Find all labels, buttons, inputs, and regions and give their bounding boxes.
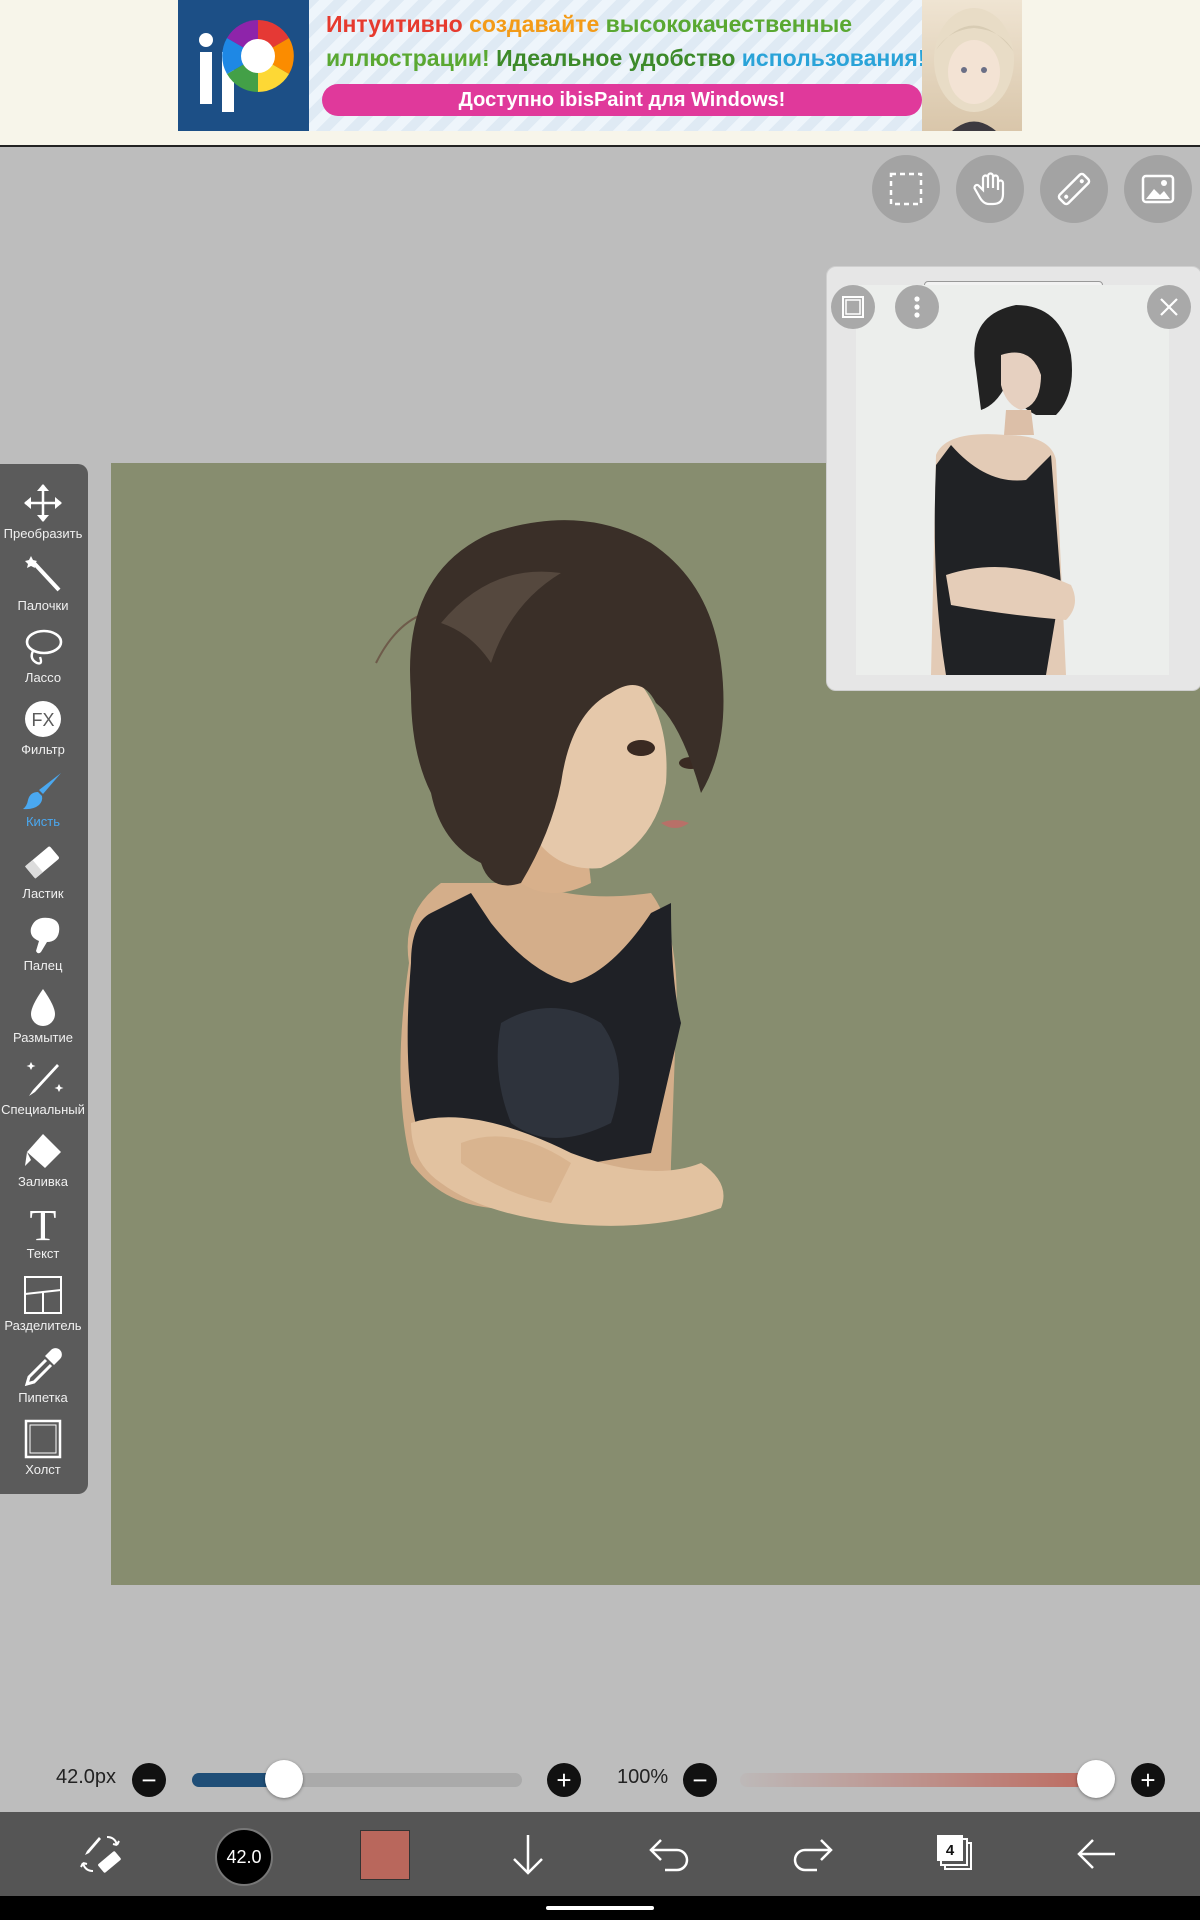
tool-label: Заливка [17, 1174, 69, 1189]
tool-text[interactable]: T Текст [0, 1198, 86, 1270]
tool-eraser[interactable]: Ластик [0, 838, 86, 910]
tool-label: Холст [25, 1462, 61, 1477]
tool-label: Пипетка [18, 1390, 68, 1405]
brush-size-increase-button[interactable]: + [547, 1763, 581, 1797]
brush-size-slider[interactable] [192, 1773, 522, 1787]
ibispaint-logo [178, 0, 309, 131]
svg-text:FX: FX [31, 710, 54, 730]
tool-magic-wand[interactable]: Палочки [0, 550, 86, 622]
brush-size-slider-thumb[interactable] [265, 1760, 304, 1798]
tool-label: Лассо [24, 670, 62, 685]
tool-blur[interactable]: Размытие [0, 982, 86, 1054]
redo-button[interactable] [782, 1824, 842, 1884]
tool-label: Палец [23, 958, 63, 973]
tool-lasso[interactable]: Лассо [0, 622, 86, 694]
layers-button[interactable]: 4 [924, 1824, 984, 1884]
undo-icon [649, 1839, 689, 1872]
fill-bucket-icon [25, 1134, 61, 1168]
ruler-icon [1057, 172, 1091, 206]
svg-text:T: T [30, 1202, 57, 1244]
fx-icon: FX [25, 701, 61, 737]
opacity-increase-button[interactable]: + [1131, 1763, 1165, 1797]
magic-wand-icon [25, 556, 61, 592]
bottom-toolbar [0, 1812, 1200, 1896]
finger-icon [30, 917, 60, 954]
reference-close-button[interactable] [1147, 285, 1191, 329]
tool-filter[interactable]: FX Фильтр [0, 694, 86, 766]
tool-frame-divider[interactable]: Разделитель [0, 1270, 86, 1342]
selection-icon [889, 172, 923, 206]
reference-image-icon [1141, 174, 1175, 204]
home-gesture-pill[interactable] [546, 1906, 654, 1910]
tool-canvas[interactable]: Холст [0, 1414, 86, 1486]
layers-count: 4 [945, 1841, 955, 1859]
redo-icon [793, 1839, 833, 1872]
tool-label: Кисть [25, 814, 61, 829]
ad-headline-2: иллюстрации! Идеальное удобство использо… [326, 45, 926, 71]
back-button[interactable] [1066, 1824, 1126, 1884]
move-arrows-icon [24, 484, 62, 522]
reference-fit-button[interactable] [831, 285, 875, 329]
frame-icon [842, 296, 864, 318]
tool-special[interactable]: Специальный [0, 1054, 86, 1126]
ad-character-image [922, 0, 1022, 131]
tool-label: Текст [26, 1246, 60, 1261]
ad-banner[interactable]: Интуитивно создавайте высококачественные… [178, 0, 1022, 131]
tool-palette: Преобразить Палочки Лассо FX Фильтр Кист… [0, 464, 88, 1494]
reference-photo [856, 285, 1169, 675]
back-arrow-icon [1077, 1839, 1115, 1869]
tool-label: Специальный [1, 1102, 85, 1117]
frame-divider-icon [24, 1276, 62, 1314]
move-down-icon [513, 1835, 543, 1875]
opacity-value: 100% [617, 1766, 669, 1788]
reference-window-button[interactable] [1124, 155, 1192, 223]
brush-icon [23, 773, 61, 810]
current-color-swatch[interactable] [360, 1830, 410, 1880]
blur-drop-icon [31, 989, 55, 1026]
hand-tool-button[interactable] [956, 155, 1024, 223]
reference-menu-button[interactable] [895, 285, 939, 329]
opacity-slider-thumb[interactable] [1077, 1760, 1115, 1798]
brush-size-indicator[interactable]: 42.0 [215, 1828, 273, 1886]
tool-label: Преобразить [3, 526, 83, 541]
text-icon: T [30, 1202, 57, 1244]
opacity-slider[interactable] [740, 1773, 1096, 1787]
tool-eyedropper[interactable]: Пипетка [0, 1342, 86, 1414]
eraser-icon [24, 846, 59, 879]
tool-label: Ластик [22, 886, 64, 901]
tool-label: Разделитель [4, 1318, 82, 1333]
selection-tool-button[interactable] [872, 155, 940, 223]
tool-finger[interactable]: Палец [0, 910, 86, 982]
tool-label: Размытие [12, 1030, 73, 1045]
eyedropper-icon [24, 1348, 62, 1387]
hand-icon [973, 172, 1005, 206]
brush-size-value: 42.0px [56, 1766, 117, 1788]
brush-eraser-swap-icon [80, 1836, 121, 1873]
tool-label: Фильтр [21, 742, 65, 757]
brush-size-decrease-button[interactable]: − [132, 1763, 166, 1797]
tool-fill[interactable]: Заливка [0, 1126, 86, 1198]
undo-button[interactable] [640, 1824, 700, 1884]
ad-cta-button[interactable]: Доступно ibisPaint для Windows! [322, 84, 922, 116]
ruler-tool-button[interactable] [1040, 155, 1108, 223]
more-vertical-icon [914, 296, 920, 318]
reference-window[interactable] [826, 266, 1200, 691]
close-icon [1160, 298, 1178, 316]
opacity-decrease-button[interactable]: − [683, 1763, 717, 1797]
canvas-icon [24, 1419, 62, 1459]
special-pen-icon [26, 1062, 64, 1096]
lasso-icon [25, 629, 63, 665]
brush-eraser-swap-button[interactable] [70, 1824, 130, 1884]
tool-brush[interactable]: Кисть [0, 766, 86, 838]
move-down-button[interactable] [498, 1824, 558, 1884]
tool-transform[interactable]: Преобразить [0, 478, 86, 550]
tool-label: Палочки [17, 598, 69, 613]
ad-headline-1: Интуитивно создавайте высококачественные [326, 11, 853, 37]
